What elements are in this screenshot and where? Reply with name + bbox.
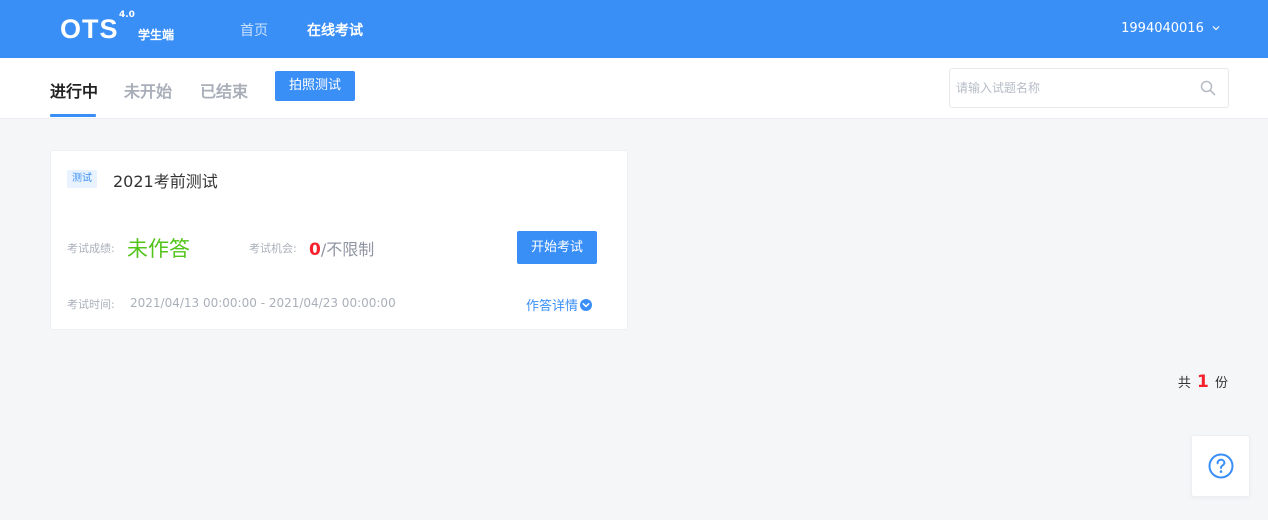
tab-ended[interactable]: 已结束 bbox=[200, 78, 248, 102]
tab-bar: 进行中 未开始 已结束 拍照测试 bbox=[0, 58, 1268, 119]
attempts-value: 0/不限制 bbox=[309, 236, 374, 260]
search-input[interactable] bbox=[956, 69, 1186, 107]
active-tab-indicator bbox=[50, 114, 96, 117]
search-box bbox=[949, 68, 1229, 108]
total-count: 1 bbox=[1197, 372, 1209, 392]
answer-details-label: 作答详情 bbox=[526, 299, 579, 314]
total-count-summary: 共 1 份 bbox=[1178, 372, 1228, 392]
exam-title: 2021考前测试 bbox=[113, 172, 218, 191]
chevron-down-icon bbox=[1212, 24, 1220, 34]
exam-time-label: 考试时间: bbox=[67, 298, 115, 311]
answer-details-link[interactable]: 作答详情 bbox=[526, 295, 593, 314]
logo-subtitle: 学生端 bbox=[138, 28, 175, 42]
attempts-label: 考试机会: bbox=[249, 242, 297, 255]
username: 1994040016 bbox=[1121, 21, 1204, 36]
nav-home[interactable]: 首页 bbox=[240, 20, 268, 40]
exam-time-value: 2021/04/13 00:00:00 - 2021/04/23 00:00:0… bbox=[130, 296, 396, 310]
help-button[interactable] bbox=[1191, 435, 1250, 497]
logo-text: OTS bbox=[60, 14, 119, 44]
user-menu[interactable]: 1994040016 bbox=[1121, 21, 1220, 36]
attempts-used: 0 bbox=[309, 240, 321, 260]
exam-type-tag: 测试 bbox=[67, 170, 97, 188]
photo-test-button[interactable]: 拍照测试 bbox=[275, 71, 355, 101]
logo-version: 4.0 bbox=[119, 10, 135, 20]
attempts-limit: /不限制 bbox=[320, 240, 375, 259]
question-circle-icon bbox=[1208, 453, 1234, 479]
chevron-circle-down-icon bbox=[580, 299, 593, 311]
nav-online-exam[interactable]: 在线考试 bbox=[307, 20, 363, 40]
total-suffix: 份 bbox=[1214, 376, 1228, 391]
start-exam-button[interactable]: 开始考试 bbox=[517, 231, 597, 264]
exam-card: 测试 2021考前测试 考试成绩: 未作答 考试机会: 0/不限制 开始考试 考… bbox=[50, 150, 628, 330]
search-icon[interactable] bbox=[1200, 80, 1216, 96]
total-prefix: 共 bbox=[1177, 376, 1191, 391]
tab-in-progress[interactable]: 进行中 bbox=[50, 78, 98, 102]
score-label: 考试成绩: bbox=[67, 242, 115, 255]
top-navigation-bar: OTS 4.0 学生端 首页 在线考试 1994040016 bbox=[0, 0, 1268, 58]
score-value: 未作答 bbox=[127, 237, 190, 261]
tab-not-started[interactable]: 未开始 bbox=[124, 78, 172, 102]
